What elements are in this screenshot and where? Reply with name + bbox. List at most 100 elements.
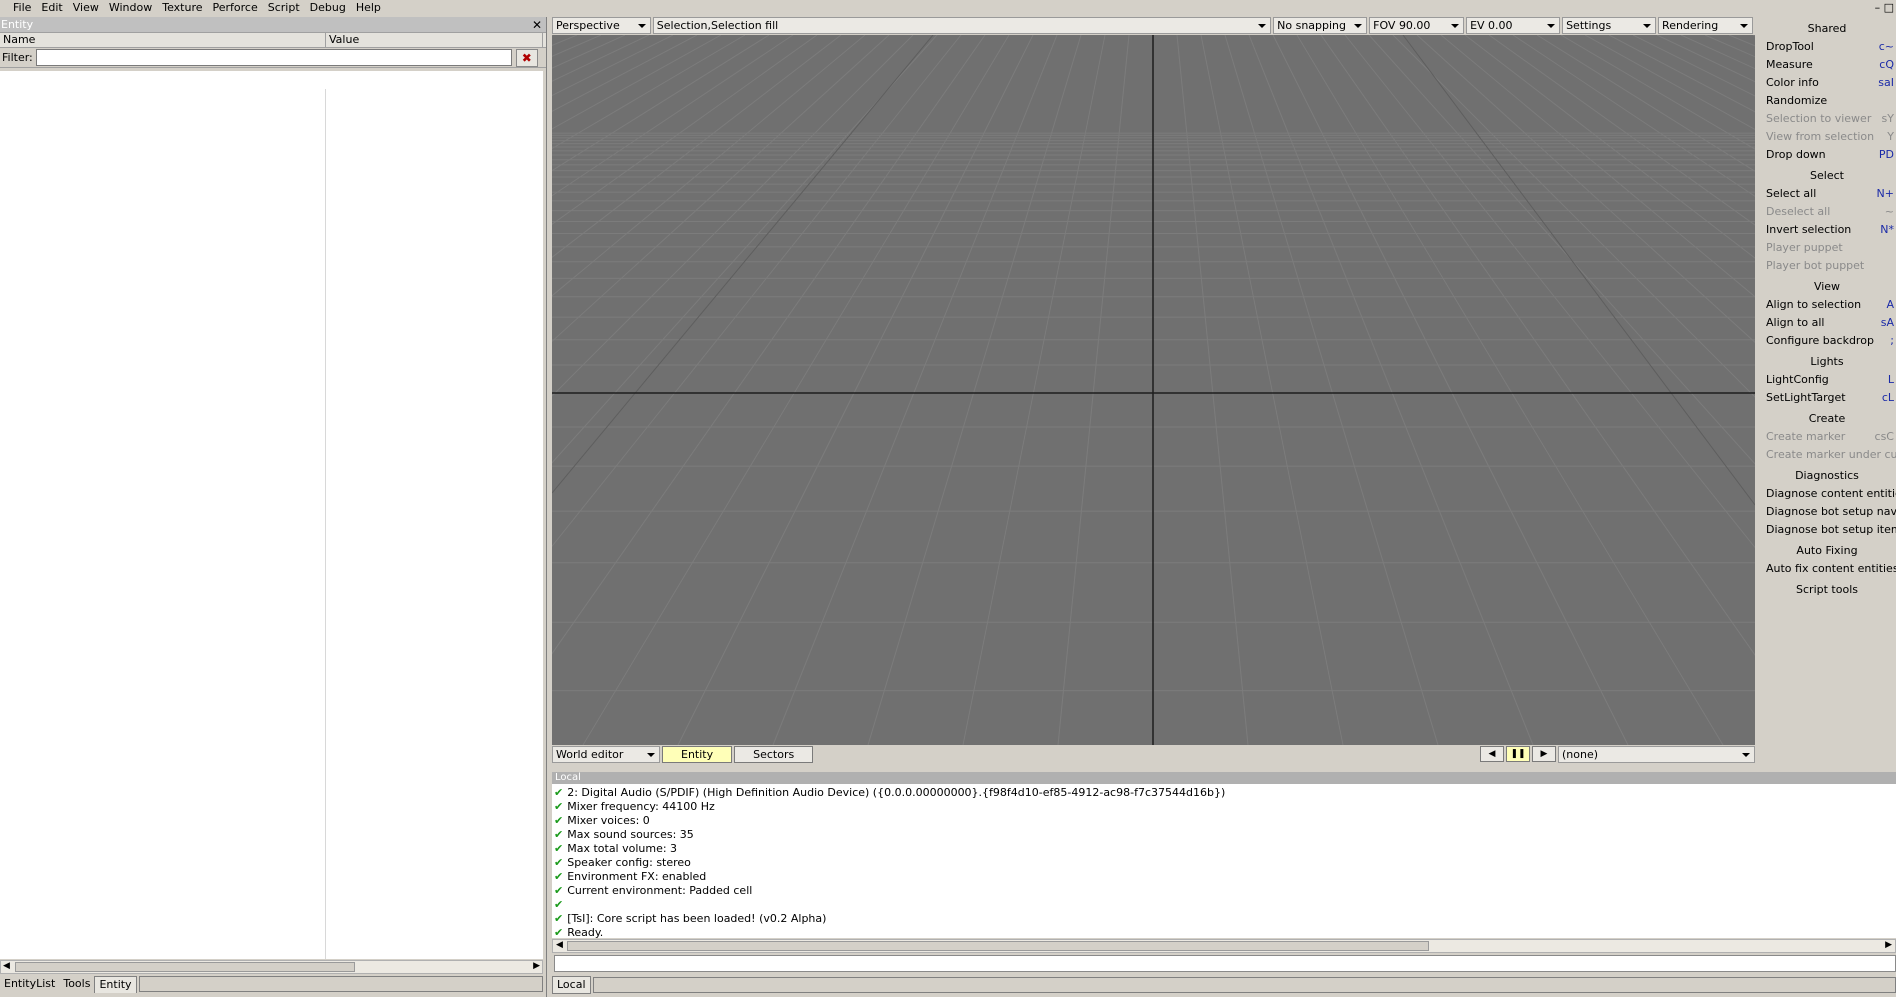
window-controls[interactable]: – □ <box>1875 0 1894 15</box>
column-header-name[interactable]: Name <box>0 33 326 47</box>
tool-item[interactable]: Randomize <box>1758 92 1896 110</box>
camera-dropdown[interactable]: Perspective <box>552 17 651 34</box>
console-input[interactable] <box>554 955 1896 972</box>
tool-item[interactable]: Auto fix content entities <box>1758 560 1896 578</box>
tab-entity[interactable]: Entity <box>94 975 137 993</box>
menu-file[interactable]: File <box>8 0 36 15</box>
selection-mode-dropdown[interactable]: Selection,Selection fill <box>652 17 1272 34</box>
settings-dropdown[interactable]: Settings <box>1562 17 1657 34</box>
tool-item[interactable]: Align to selection A <box>1758 296 1896 314</box>
tool-item-shortcut: N* <box>1880 223 1894 236</box>
target-dropdown[interactable]: (none) <box>1558 745 1755 763</box>
menu-perforce[interactable]: Perforce <box>208 0 263 15</box>
check-icon: ✔ <box>554 870 564 883</box>
tool-item-shortcut: ; <box>1890 334 1894 347</box>
tool-item-label: Diagnose content entities <box>1766 487 1896 500</box>
tool-item[interactable]: Configure backdrop; <box>1758 332 1896 350</box>
console-horizontal-scrollbar[interactable]: ◀ ▶ <box>552 939 1896 953</box>
viewport-toolbar: Perspective Selection,Selection fill No … <box>552 17 1755 34</box>
clear-filter-button[interactable]: ✖ <box>515 48 538 67</box>
console-line: ✔ <box>552 898 1896 912</box>
tab-entitylist[interactable]: EntityList <box>0 976 59 992</box>
menu-view[interactable]: View <box>68 0 104 15</box>
tool-item-label: Player puppet <box>1766 241 1843 254</box>
scroll-thumb[interactable] <box>15 962 355 972</box>
scroll-left-icon[interactable]: ◀ <box>3 961 10 971</box>
tool-item: View from selection Y <box>1758 128 1896 146</box>
snapping-dropdown[interactable]: No snapping <box>1273 17 1368 34</box>
menu-edit[interactable]: Edit <box>36 0 67 15</box>
console-line-text: [TsI]: Core script has been loaded! (v0.… <box>567 912 827 925</box>
filter-input[interactable] <box>35 49 512 66</box>
ev-dropdown[interactable]: EV 0.00 <box>1466 17 1561 34</box>
viewport-bottom-bar: World editor Entity Sectors ◀ ❚❚ ▶ (none… <box>552 745 1755 763</box>
tool-item[interactable]: Align to all sA <box>1758 314 1896 332</box>
fov-dropdown[interactable]: FOV 90.00 <box>1369 17 1465 34</box>
menu-debug[interactable]: Debug <box>305 0 351 15</box>
tab-tools[interactable]: Tools <box>59 976 94 992</box>
tab-entity[interactable]: Entity <box>662 745 733 763</box>
pause-button[interactable]: ❚❚ <box>1506 746 1530 762</box>
step-back-button[interactable]: ◀ <box>1480 746 1504 762</box>
entity-panel: Entity ✕ Name Value Filter: ✖ ◀ ▶ Entity… <box>0 17 546 997</box>
section-header: Select <box>1810 169 1844 182</box>
tool-item-shortcut: c~ <box>1878 40 1894 53</box>
ground-grid <box>552 35 1755 745</box>
section-header: Diagnostics <box>1795 469 1859 482</box>
check-icon: ✔ <box>554 842 564 855</box>
tool-item[interactable]: DropTool c~ <box>1758 38 1896 56</box>
tool-item-label: Invert selection <box>1766 223 1852 236</box>
tab-local[interactable]: Local <box>552 976 591 994</box>
tool-item[interactable]: Select all N+ <box>1758 185 1896 203</box>
tool-item-shortcut: csC <box>1874 430 1894 443</box>
rendering-dropdown[interactable]: Rendering <box>1658 17 1753 34</box>
tool-item[interactable]: Diagnose bot setup navigation <box>1758 503 1896 521</box>
menu-window[interactable]: Window <box>104 0 157 15</box>
section-header: Auto Fixing <box>1796 544 1858 557</box>
close-icon[interactable]: ✕ <box>532 17 542 33</box>
tool-item-label: Drop down <box>1766 148 1826 161</box>
check-icon: ✔ <box>554 898 564 911</box>
console-line: ✔ Current environment: Padded cell <box>552 884 1896 898</box>
tab-sectors[interactable]: Sectors <box>734 745 814 763</box>
console-line: ✔ Speaker config: stereo <box>552 856 1896 870</box>
editor-mode-dropdown[interactable]: World editor <box>552 745 660 763</box>
tool-item[interactable]: Invert selection N* <box>1758 221 1896 239</box>
tool-item-shortcut: sY <box>1881 112 1894 125</box>
tool-item-label: Player bot puppet <box>1766 259 1865 272</box>
scroll-thumb[interactable] <box>567 941 1429 951</box>
tool-item-label: SetLightTarget <box>1766 391 1846 404</box>
scroll-right-icon[interactable]: ▶ <box>1885 940 1892 950</box>
section-header: Script tools <box>1796 583 1858 596</box>
tool-item[interactable]: LightConfig L <box>1758 371 1896 389</box>
check-icon: ✔ <box>554 800 564 813</box>
section-header: View <box>1813 280 1841 293</box>
tool-item-label: LightConfig <box>1766 373 1829 386</box>
console-title: Local <box>552 772 1896 784</box>
tool-item-shortcut: cL <box>1881 391 1894 404</box>
console-line-text: Max sound sources: 35 <box>567 828 694 841</box>
scroll-left-icon[interactable]: ◀ <box>556 940 563 950</box>
3d-viewport[interactable] <box>552 35 1755 745</box>
play-button[interactable]: ▶ <box>1532 746 1556 762</box>
check-icon: ✔ <box>554 884 564 897</box>
property-list[interactable] <box>0 71 543 959</box>
menu-texture[interactable]: Texture <box>157 0 207 15</box>
console-line: ✔ Mixer voices: 0 <box>552 814 1896 828</box>
menu-script[interactable]: Script <box>263 0 305 15</box>
tool-item[interactable]: Color info saI <box>1758 74 1896 92</box>
column-header-value[interactable]: Value <box>326 33 543 47</box>
tool-item-shortcut: sA <box>1880 316 1894 329</box>
tool-item[interactable]: Diagnose bot setup items <box>1758 521 1896 539</box>
tool-item[interactable]: Measure cQ <box>1758 56 1896 74</box>
section-header: Shared <box>1807 22 1847 35</box>
tool-item[interactable]: Drop down PD <box>1758 146 1896 164</box>
column-divider[interactable] <box>325 89 326 959</box>
tool-item[interactable]: Diagnose content entities <box>1758 485 1896 503</box>
check-icon: ✔ <box>554 856 564 869</box>
scroll-right-icon[interactable]: ▶ <box>533 961 540 971</box>
entity-horizontal-scrollbar[interactable]: ◀ ▶ <box>0 960 543 974</box>
console-line: ✔ [TsI]: Core script has been loaded! (v0… <box>552 912 1896 926</box>
menu-help[interactable]: Help <box>351 0 386 15</box>
tool-item[interactable]: SetLightTarget cL <box>1758 389 1896 407</box>
